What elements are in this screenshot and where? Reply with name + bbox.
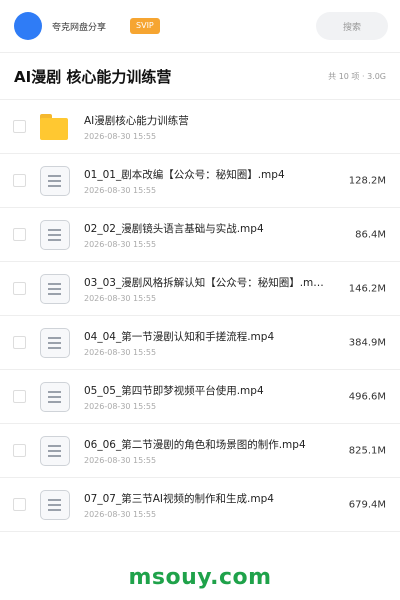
file-size: 496.6M: [348, 391, 386, 402]
select-checkbox[interactable]: [13, 336, 26, 349]
file-size: 86.4M: [355, 229, 386, 240]
file-name: 04_04_第一节漫剧认知和手搓流程.mp4: [84, 330, 275, 343]
list-item[interactable]: 02_02_漫剧镜头语言基础与实战.mp4 2026-08-30 15:55 8…: [0, 208, 400, 262]
video-file-icon: [40, 489, 70, 520]
video-file-icon: [40, 219, 70, 250]
file-size: 384.9M: [348, 337, 386, 348]
list-item[interactable]: 06_06_第二节漫剧的角色和场景图的制作.mp4 2026-08-30 15:…: [0, 424, 400, 478]
file-date: 2026-08-30 15:55: [84, 293, 157, 303]
video-file-icon: [40, 273, 70, 304]
file-size: 679.4M: [348, 499, 386, 510]
list-item[interactable]: AI漫剧核心能力训练营 2026-08-30 15:55: [0, 100, 400, 154]
svip-badge[interactable]: SVIP: [130, 18, 160, 34]
watermark-text: msouy.com: [128, 565, 272, 590]
video-file-icon: [40, 165, 70, 196]
file-name: 01_01_剧本改编【公众号：秘知圈】.mp4: [84, 168, 285, 181]
list-item[interactable]: 04_04_第一节漫剧认知和手搓流程.mp4 2026-08-30 15:55 …: [0, 316, 400, 370]
file-name: 05_05_第四节即梦视频平台使用.mp4: [84, 384, 264, 397]
app-logo: [14, 12, 42, 40]
list-item[interactable]: 01_01_剧本改编【公众号：秘知圈】.mp4 2026-08-30 15:55…: [0, 154, 400, 208]
video-file-icon: [40, 435, 70, 466]
video-file-icon: [40, 327, 70, 358]
search-input[interactable]: 搜索: [316, 12, 388, 40]
file-date: 2026-08-30 15:55: [84, 401, 157, 411]
folder-icon: [40, 112, 70, 142]
item-count-meta: 共 10 项 · 3.0G: [328, 71, 386, 81]
file-size: 146.2M: [348, 283, 386, 294]
top-bar: 夸克网盘分享 SVIP 搜索: [0, 0, 400, 53]
file-name: 03_03_漫剧风格拆解认知【公众号：秘知圈】.m…: [84, 276, 324, 289]
folder-header: AI漫剧 核心能力训练营 共 10 项 · 3.0G: [0, 53, 400, 99]
select-checkbox[interactable]: [13, 282, 26, 295]
file-date: 2026-08-30 15:55: [84, 455, 157, 465]
file-name: AI漫剧核心能力训练营: [84, 114, 189, 127]
select-checkbox[interactable]: [13, 120, 26, 133]
file-date: 2026-08-30 15:55: [84, 239, 157, 249]
page-title: AI漫剧 核心能力训练营: [14, 67, 172, 86]
file-date: 2026-08-30 15:55: [84, 509, 157, 519]
file-date: 2026-08-30 15:55: [84, 185, 157, 195]
list-item[interactable]: 07_07_第三节AI视频的制作和生成.mp4 2026-08-30 15:55…: [0, 478, 400, 532]
select-checkbox[interactable]: [13, 444, 26, 457]
file-list: AI漫剧核心能力训练营 2026-08-30 15:55 01_01_剧本改编【…: [0, 99, 400, 532]
select-checkbox[interactable]: [13, 174, 26, 187]
file-size: 128.2M: [348, 175, 386, 186]
video-file-icon: [40, 381, 70, 412]
app-title: 夸克网盘分享: [52, 22, 107, 33]
file-date: 2026-08-30 15:55: [84, 131, 157, 141]
select-checkbox[interactable]: [13, 498, 26, 511]
list-item[interactable]: 05_05_第四节即梦视频平台使用.mp4 2026-08-30 15:55 4…: [0, 370, 400, 424]
file-date: 2026-08-30 15:55: [84, 347, 157, 357]
file-name: 07_07_第三节AI视频的制作和生成.mp4: [84, 492, 274, 505]
file-name: 06_06_第二节漫剧的角色和场景图的制作.mp4: [84, 438, 306, 451]
file-size: 825.1M: [348, 445, 386, 456]
file-name: 02_02_漫剧镜头语言基础与实战.mp4: [84, 222, 264, 235]
select-checkbox[interactable]: [13, 390, 26, 403]
select-checkbox[interactable]: [13, 228, 26, 241]
list-item[interactable]: 03_03_漫剧风格拆解认知【公众号：秘知圈】.m… 2026-08-30 15…: [0, 262, 400, 316]
